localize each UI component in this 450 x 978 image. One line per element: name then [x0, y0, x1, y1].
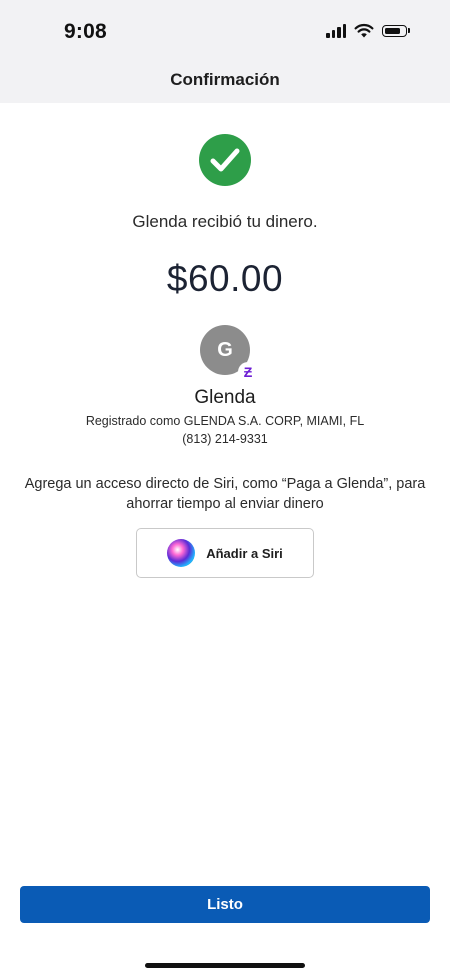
status-time: 9:08: [64, 20, 107, 43]
top-bar: 9:08 Confirmación: [0, 0, 450, 103]
status-icons: [326, 23, 410, 38]
add-to-siri-button[interactable]: Añadir a Siri: [136, 528, 314, 578]
recipient-name: Glenda: [194, 387, 256, 408]
siri-shortcut-prompt: Agrega un acceso directo de Siri, como “…: [24, 476, 426, 512]
wifi-icon: [354, 23, 374, 38]
done-button-label: Listo: [207, 896, 243, 913]
recipient-registration: Registrado como GLENDA S.A. CORP, MIAMI,…: [85, 414, 365, 428]
add-to-siri-label: Añadir a Siri: [206, 545, 283, 561]
avatar-initial: G: [217, 338, 233, 361]
amount-sent: $60.00: [166, 258, 284, 299]
siri-icon: [167, 539, 196, 567]
home-indicator[interactable]: [145, 963, 305, 968]
confirmation-message: Glenda recibió tu dinero.: [132, 212, 318, 231]
battery-icon: [382, 24, 410, 37]
recipient-phone: (813) 214-9331: [182, 432, 268, 446]
done-button[interactable]: Listo: [20, 886, 430, 923]
cellular-signal-icon: [326, 23, 346, 38]
zelle-icon: Ƶ: [238, 362, 258, 382]
checkmark-icon: [199, 134, 251, 186]
page-title: Confirmación: [170, 70, 280, 89]
